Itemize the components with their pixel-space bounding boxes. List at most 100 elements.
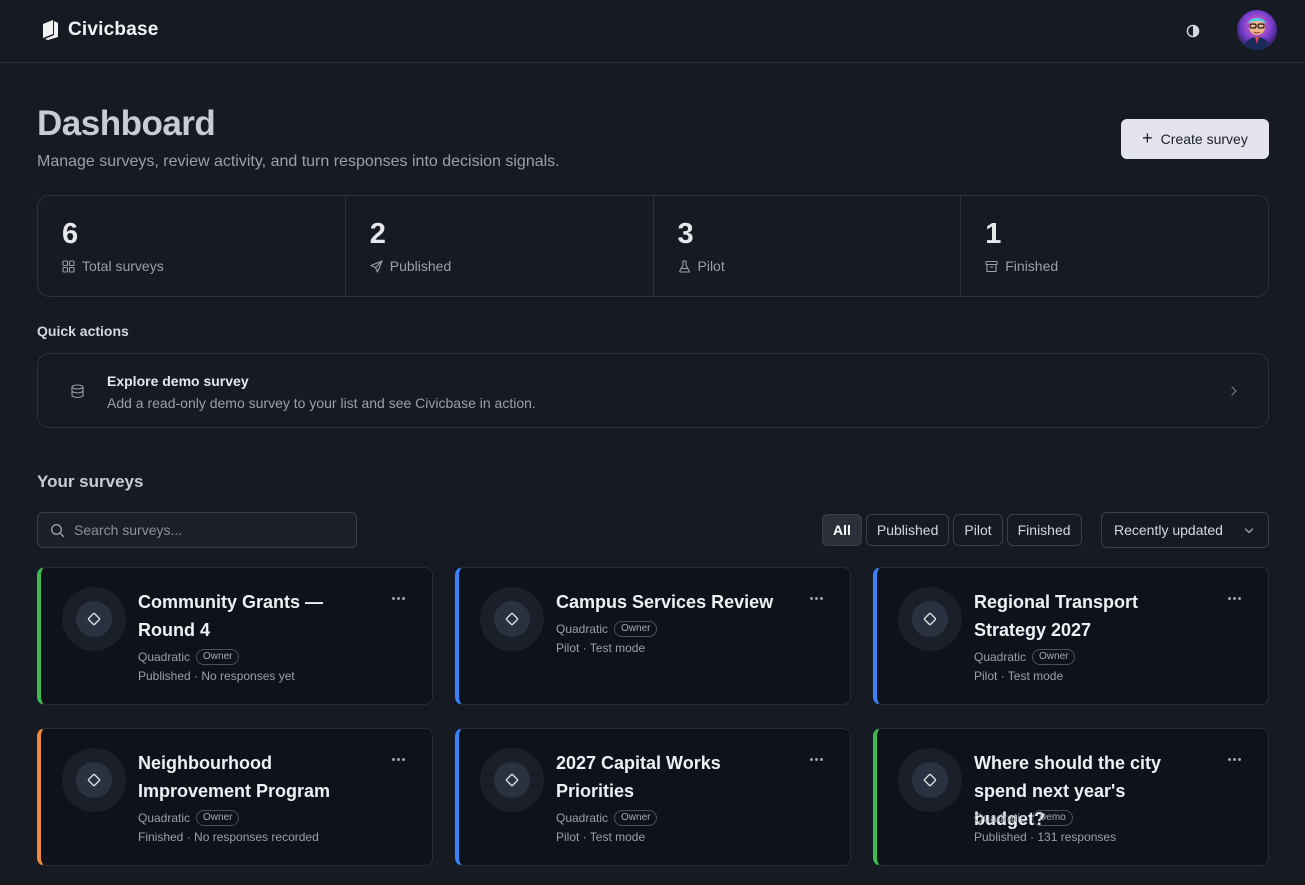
- contrast-icon: [1186, 24, 1200, 38]
- filter-all-button[interactable]: All: [822, 514, 862, 546]
- survey-icon-wrap: [480, 748, 544, 812]
- status-filter-group: All Published Pilot Finished: [822, 514, 1082, 546]
- filter-finished-button[interactable]: Finished: [1006, 514, 1082, 546]
- diamond-icon: [923, 773, 937, 787]
- role-badge: Owner: [614, 810, 658, 826]
- chevron-down-icon: [1244, 528, 1254, 534]
- stat-pilot: 3 Pilot: [654, 196, 962, 296]
- survey-method: Quadratic: [556, 811, 609, 825]
- diamond-icon: [505, 612, 519, 626]
- survey-status: Finished · No responses recorded: [138, 830, 319, 844]
- stat-label: Total surveys: [82, 258, 164, 274]
- plus-icon: +: [1142, 128, 1153, 148]
- stat-published: 2 Published: [346, 196, 654, 296]
- survey-icon-wrap: [480, 587, 544, 651]
- civicbase-logo-icon: [43, 20, 58, 40]
- brand[interactable]: Civicbase: [40, 19, 159, 41]
- survey-icon-wrap: [898, 748, 962, 812]
- stat-label: Published: [389, 258, 452, 274]
- survey-card[interactable]: 2027 Capital Works Priorities Quadratic …: [455, 728, 851, 866]
- more-options-icon[interactable]: [1226, 753, 1242, 765]
- more-options-icon[interactable]: [1226, 592, 1242, 604]
- create-survey-button[interactable]: + Create survey: [1121, 119, 1269, 159]
- survey-status: Pilot · Test mode: [556, 641, 646, 655]
- survey-method: Quadratic: [974, 811, 1027, 825]
- role-badge: Owner: [196, 649, 240, 665]
- diamond-icon: [923, 612, 937, 626]
- quick-action-title: Explore demo survey: [107, 373, 249, 389]
- survey-meta: Quadratic Owner: [556, 621, 658, 637]
- stat-total-surveys: 6 Total surveys: [38, 196, 346, 296]
- survey-title: Community Grants — Round 4: [138, 592, 324, 640]
- avatar[interactable]: [1237, 10, 1277, 50]
- survey-card[interactable]: Where should the city spend next year's …: [873, 728, 1269, 866]
- survey-meta: Quadratic Owner: [138, 649, 240, 665]
- sort-label: Recently updated: [1114, 522, 1223, 538]
- more-options-icon[interactable]: [390, 753, 406, 765]
- survey-meta: Quadratic Owner: [138, 810, 240, 826]
- more-options-icon[interactable]: [808, 592, 824, 604]
- role-badge: Owner: [1032, 649, 1076, 665]
- diamond-icon: [505, 773, 519, 787]
- role-badge: Owner: [196, 810, 240, 826]
- theme-toggle-button[interactable]: [1183, 21, 1203, 41]
- search-input[interactable]: [74, 522, 334, 538]
- database-icon: [71, 384, 84, 399]
- survey-method: Quadratic: [138, 811, 191, 825]
- survey-meta: Quadratic Owner: [556, 810, 658, 826]
- stat-value: 6: [62, 218, 79, 250]
- quick-actions-heading: Quick actions: [37, 323, 129, 339]
- diamond-icon: [87, 773, 101, 787]
- survey-method: Quadratic: [556, 622, 609, 636]
- create-survey-label: Create survey: [1160, 131, 1248, 147]
- stat-value: 1: [985, 218, 1002, 250]
- stat-label-row: Total surveys: [62, 258, 164, 274]
- survey-card[interactable]: Community Grants — Round 4 Quadratic Own…: [37, 567, 433, 705]
- survey-card[interactable]: Regional Transport Strategy 2027 Quadrat…: [873, 567, 1269, 705]
- search-icon: [51, 523, 65, 537]
- survey-title: 2027 Capital Works Priorities: [556, 753, 721, 801]
- filter-pilot-button[interactable]: Pilot: [953, 514, 1003, 546]
- quick-action-description: Add a read-only demo survey to your list…: [107, 395, 536, 411]
- survey-meta: Quadratic Owner: [974, 649, 1076, 665]
- survey-card[interactable]: Neighbourhood Improvement Program Quadra…: [37, 728, 433, 866]
- grid-icon: [62, 259, 75, 273]
- survey-icon-wrap: [898, 587, 962, 651]
- stat-label: Finished: [1005, 258, 1059, 274]
- survey-title: Neighbourhood Improvement Program: [138, 753, 331, 801]
- survey-status: Published · No responses yet: [138, 669, 295, 683]
- sort-select[interactable]: Recently updated: [1101, 512, 1269, 548]
- survey-status: Pilot · Test mode: [974, 669, 1064, 683]
- chevron-right-icon: [1231, 386, 1237, 396]
- survey-status: Published · 131 responses: [974, 830, 1117, 844]
- user-avatar-icon: [1237, 10, 1277, 50]
- stat-label-row: Published: [370, 258, 452, 274]
- stat-finished: 1 Finished: [961, 196, 1268, 296]
- stats-panel: 6 Total surveys 2 Published 3 Pilot 1 Fi…: [37, 195, 1269, 297]
- page-title: Dashboard: [37, 104, 216, 143]
- stat-label-row: Pilot: [678, 258, 725, 274]
- top-bar: Civicbase: [0, 0, 1305, 63]
- send-icon: [370, 259, 383, 273]
- survey-title: Campus Services Review: [556, 592, 774, 612]
- more-options-icon[interactable]: [808, 753, 824, 765]
- role-badge: Demo: [1032, 810, 1073, 826]
- survey-method: Quadratic: [138, 650, 191, 664]
- survey-icon-wrap: [62, 587, 126, 651]
- survey-icon-wrap: [62, 748, 126, 812]
- stat-label: Pilot: [697, 258, 725, 274]
- survey-title: Regional Transport Strategy 2027: [974, 592, 1139, 640]
- archive-icon: [985, 260, 998, 272]
- filter-published-button[interactable]: Published: [865, 514, 950, 546]
- survey-card[interactable]: Campus Services Review Quadratic Owner P…: [455, 567, 851, 705]
- stat-value: 2: [369, 218, 386, 250]
- more-options-icon[interactable]: [390, 592, 406, 604]
- stat-value: 3: [677, 218, 694, 250]
- search-field[interactable]: [37, 512, 357, 548]
- role-badge: Owner: [614, 621, 658, 637]
- app-name: Civicbase: [68, 19, 159, 40]
- survey-meta: Quadratic Demo: [974, 810, 1073, 826]
- diamond-icon: [87, 612, 101, 626]
- explore-demo-survey-card[interactable]: Explore demo survey Add a read-only demo…: [37, 353, 1269, 428]
- page-subtitle: Manage surveys, review activity, and tur…: [37, 153, 560, 170]
